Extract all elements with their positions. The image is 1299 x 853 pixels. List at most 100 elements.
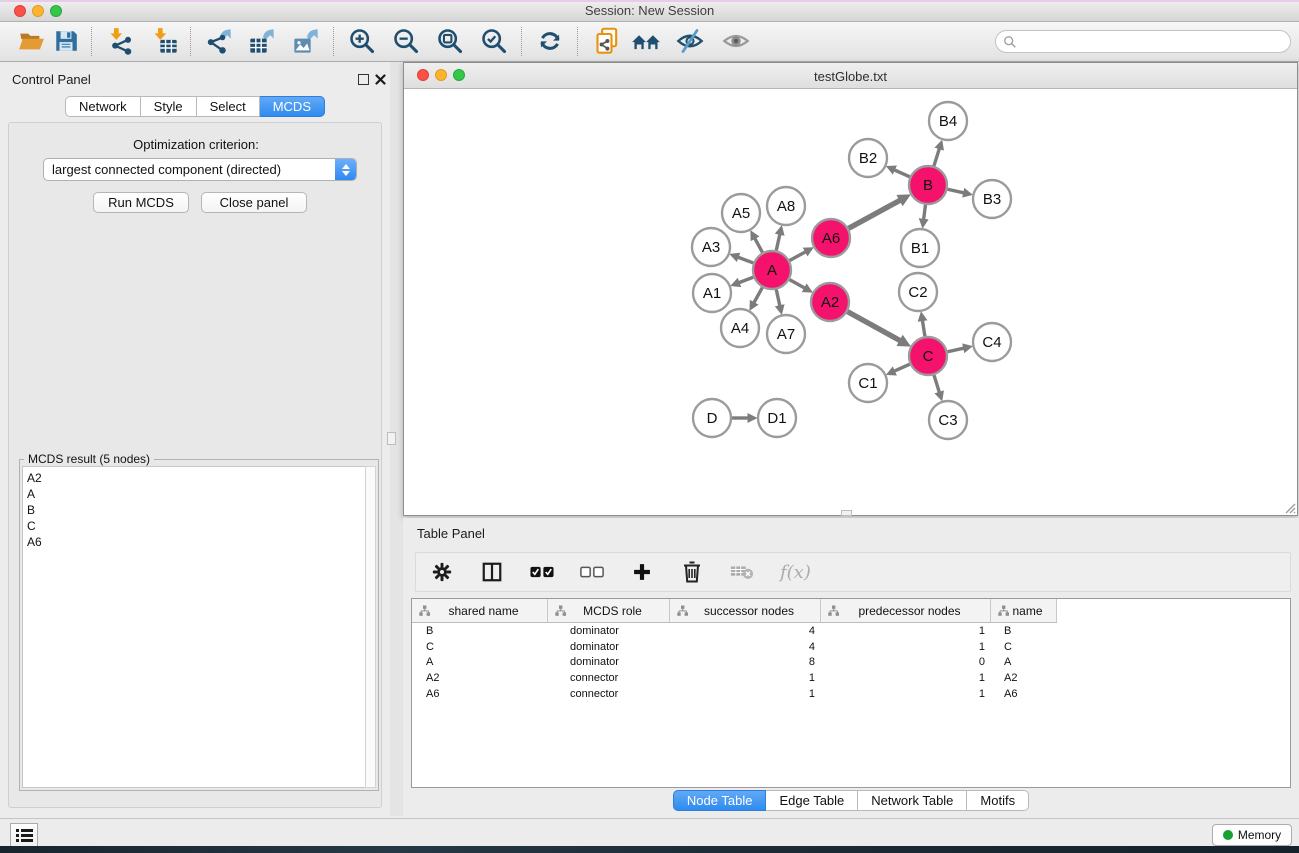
graph-edge[interactable] — [948, 189, 964, 193]
tab-motifs[interactable]: Motifs — [967, 790, 1029, 811]
column-type-icon — [828, 605, 839, 616]
task-history-button[interactable] — [10, 823, 38, 847]
table-row[interactable]: Bdominator41B — [412, 623, 1290, 639]
graph-edge[interactable] — [849, 200, 900, 228]
graph-edge[interactable] — [894, 364, 909, 371]
graph-edge[interactable] — [924, 205, 926, 219]
add-column-icon[interactable] — [630, 560, 654, 584]
dropdown-stepper-icon[interactable] — [335, 158, 356, 181]
import-network-icon[interactable] — [106, 26, 136, 56]
table-cell: connector — [548, 688, 670, 700]
network-window-titlebar[interactable]: testGlobe.txt — [404, 63, 1297, 89]
graph-edge[interactable] — [776, 290, 780, 306]
gear-icon[interactable] — [430, 560, 454, 584]
splitter-handle[interactable] — [387, 432, 396, 445]
refresh-icon[interactable] — [535, 26, 565, 56]
window-resize-grip[interactable] — [1283, 501, 1296, 514]
table-cell: 4 — [670, 625, 821, 637]
close-panel-icon[interactable] — [375, 74, 386, 85]
mcds-list-scrollbar[interactable] — [365, 466, 376, 788]
graph-node-label: B — [923, 177, 933, 194]
search-field[interactable] — [995, 30, 1291, 53]
column-header[interactable]: successor nodes — [670, 599, 821, 622]
graph-edge[interactable] — [738, 257, 753, 263]
graph-edge[interactable] — [922, 321, 924, 337]
tab-node-table[interactable]: Node Table — [673, 790, 767, 811]
tab-network-table[interactable]: Network Table — [858, 790, 967, 811]
graph-node-label: C4 — [982, 334, 1001, 351]
home-icon[interactable] — [631, 26, 661, 56]
graph-node-label: B2 — [859, 150, 877, 167]
window-titlebar[interactable]: Session: New Session — [0, 0, 1299, 22]
delete-icon[interactable] — [680, 560, 704, 584]
graph-edge[interactable] — [934, 149, 939, 166]
graph-node-label: C1 — [858, 375, 877, 392]
graph-node-label: A8 — [777, 198, 795, 215]
deselect-all-checkboxes-icon[interactable] — [580, 560, 604, 584]
graph-edge[interactable] — [948, 348, 964, 352]
graph-edge[interactable] — [754, 288, 762, 303]
graph-edge[interactable] — [790, 252, 806, 261]
run-mcds-button[interactable]: Run MCDS — [93, 192, 189, 213]
table-cell: 1 — [670, 688, 821, 700]
zoom-in-icon[interactable] — [347, 26, 377, 56]
clone-network-icon[interactable] — [593, 26, 623, 56]
mcds-result-item[interactable]: A2 — [27, 470, 366, 486]
horizontal-splitter-handle[interactable] — [841, 510, 852, 516]
node-table[interactable]: shared nameMCDS rolesuccessor nodesprede… — [411, 598, 1291, 788]
tab-select[interactable]: Select — [197, 96, 260, 117]
save-session-icon[interactable] — [51, 26, 81, 56]
graph-edge[interactable] — [790, 280, 805, 288]
close-panel-button[interactable]: Close panel — [201, 192, 307, 213]
network-canvas[interactable]: B4B2BB3A5A8A6A3B1AA1C2A2A4A7C4CC1C3DD1 — [404, 89, 1297, 515]
function-builder-icon[interactable]: f(x) — [780, 562, 811, 583]
graph-edge[interactable] — [776, 234, 780, 250]
select-all-checkboxes-icon[interactable] — [530, 560, 554, 584]
graph-edge[interactable] — [739, 277, 753, 282]
table-row[interactable]: Cdominator41C — [412, 639, 1290, 655]
mcds-result-list[interactable]: A2ABCA6 — [22, 466, 367, 788]
graph-edge[interactable] — [848, 312, 900, 341]
zoom-selected-icon[interactable] — [479, 26, 509, 56]
criterion-dropdown[interactable]: largest connected component (directed) — [43, 158, 357, 181]
table-cell: B — [991, 625, 1057, 637]
table-row[interactable]: Adominator80A — [412, 655, 1290, 671]
export-image-icon[interactable] — [291, 26, 321, 56]
column-header[interactable]: predecessor nodes — [821, 599, 991, 622]
table-body[interactable]: Bdominator41BCdominator41CAdominator80AA… — [412, 623, 1290, 702]
tab-mcds[interactable]: MCDS — [260, 96, 325, 117]
mcds-result-item[interactable]: A — [27, 486, 366, 502]
graph-edge[interactable] — [934, 375, 939, 392]
column-header[interactable]: MCDS role — [548, 599, 670, 622]
import-table-icon[interactable] — [150, 26, 180, 56]
export-table-icon[interactable] — [247, 26, 277, 56]
split-columns-icon[interactable] — [480, 560, 504, 584]
export-network-icon[interactable] — [204, 26, 234, 56]
eye-icon[interactable] — [721, 26, 751, 56]
table-row[interactable]: A2connector11A2 — [412, 670, 1290, 686]
zoom-fit-icon[interactable] — [435, 26, 465, 56]
zoom-out-icon[interactable] — [391, 26, 421, 56]
tab-edge-table[interactable]: Edge Table — [766, 790, 858, 811]
table-cell: 4 — [670, 641, 821, 653]
mcds-result-item[interactable]: A6 — [27, 534, 366, 550]
table-row[interactable]: A6connector11A6 — [412, 686, 1290, 702]
column-header[interactable]: shared name — [412, 599, 548, 622]
hide-panel-eye-icon[interactable] — [675, 26, 705, 56]
graph-edge[interactable] — [755, 238, 763, 252]
memory-button[interactable]: Memory — [1212, 824, 1292, 846]
search-input[interactable] — [1017, 33, 1290, 51]
mcds-result-item[interactable]: B — [27, 502, 366, 518]
tab-style[interactable]: Style — [141, 96, 197, 117]
delete-column-icon[interactable] — [730, 560, 754, 584]
tab-network[interactable]: Network — [65, 96, 141, 117]
column-type-icon — [998, 605, 1009, 616]
panel-splitter[interactable] — [390, 62, 403, 816]
column-header[interactable]: name — [991, 599, 1057, 622]
graph-edge[interactable] — [894, 170, 909, 177]
graph-node-label: B4 — [939, 113, 957, 130]
float-panel-icon[interactable] — [358, 74, 369, 85]
mcds-result-item[interactable]: C — [27, 518, 366, 534]
table-cell: A2 — [412, 672, 548, 684]
open-file-icon[interactable] — [16, 26, 46, 56]
